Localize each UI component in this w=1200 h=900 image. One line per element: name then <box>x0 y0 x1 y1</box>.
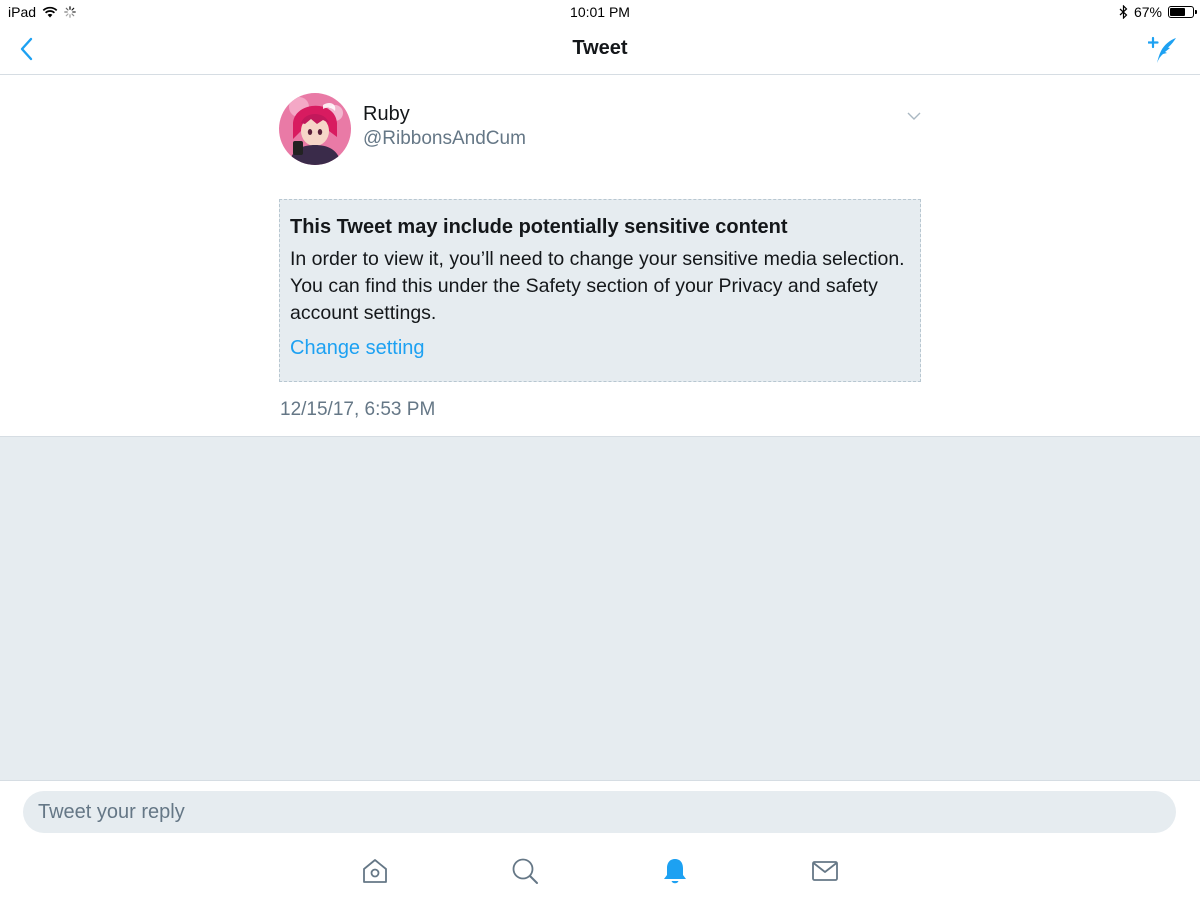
page-title: Tweet <box>572 37 628 59</box>
bluetooth-icon <box>1119 5 1128 19</box>
search-icon[interactable] <box>510 856 540 886</box>
avatar-image <box>279 93 351 165</box>
battery-percent: 67% <box>1133 4 1162 20</box>
sensitive-body: In order to view it, you’ll need to chan… <box>290 248 905 324</box>
battery-fill <box>1170 8 1185 16</box>
messages-icon[interactable] <box>810 856 840 886</box>
tab-bar <box>0 840 1200 900</box>
replies-area <box>0 437 1200 780</box>
author-name[interactable]: Ruby <box>363 103 410 126</box>
status-bar: iPad 10:01 PM 67% <box>0 0 1200 24</box>
tweet-timestamp: 12/15/17, 6:53 PM <box>280 399 436 420</box>
chevron-down-icon[interactable] <box>905 110 923 122</box>
status-time: 10:01 PM <box>570 4 630 20</box>
tweet-detail: Ruby @RibbonsAndCum This Tweet may inclu… <box>0 75 1200 437</box>
reply-bar <box>0 780 1200 840</box>
nav-bar: Tweet <box>0 24 1200 75</box>
notifications-icon[interactable] <box>660 856 690 886</box>
reply-input[interactable] <box>23 791 1176 833</box>
author-handle[interactable]: @RibbonsAndCum <box>363 128 526 150</box>
battery-icon <box>1168 6 1197 18</box>
home-icon[interactable] <box>360 856 390 886</box>
status-right: 67% <box>1119 4 1197 20</box>
avatar[interactable] <box>279 93 351 165</box>
change-setting-link[interactable]: Change setting <box>290 334 425 362</box>
compose-tweet-icon[interactable] <box>1148 36 1178 64</box>
sensitive-title: This Tweet may include potentially sensi… <box>290 216 788 238</box>
sensitive-content-notice: This Tweet may include potentially sensi… <box>279 199 921 382</box>
